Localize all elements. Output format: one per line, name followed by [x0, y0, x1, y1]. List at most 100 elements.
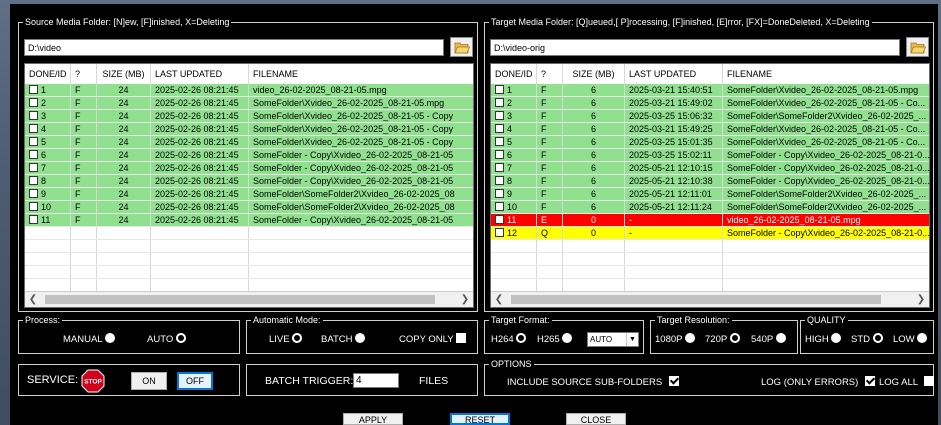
- batch-trigger-input[interactable]: 4: [353, 373, 399, 388]
- copy-only-checkbox[interactable]: [456, 333, 467, 343]
- quality-high-option[interactable]: HIGH: [805, 333, 842, 346]
- chevron-down-icon[interactable]: ▼: [626, 333, 638, 346]
- row-done-checkbox[interactable]: [495, 137, 504, 146]
- column-header[interactable]: LAST UPDATED: [625, 64, 723, 84]
- table-row[interactable]: 1 F 6 2025-03-21 15:40:51 SomeFolder\Xvideo_…: [491, 84, 929, 97]
- res-720-radio[interactable]: [729, 333, 740, 343]
- table-row[interactable]: 9 F 6 2025-05-21 12:11:01 SomeFolder\SomeFol…: [491, 188, 929, 201]
- row-done-checkbox[interactable]: [495, 163, 504, 172]
- table-row[interactable]: 4 F 6 2025-03-21 15:49:25 SomeFolder\Xvideo_…: [491, 123, 929, 136]
- table-row[interactable]: 8 F 24 2025-02-26 08:21:45 SomeFolder - Copy…: [25, 175, 473, 188]
- h264-radio[interactable]: [516, 333, 527, 343]
- scroll-left-icon[interactable]: ❮: [25, 292, 41, 307]
- close-button[interactable]: CLOSE: [566, 413, 626, 425]
- table-row[interactable]: 11 F 24 2025-02-26 08:21:45 SomeFolder - Cop…: [25, 214, 473, 227]
- table-row[interactable]: 12 Q 0- SomeFolder - Copy\Xvideo_26-02-2025…: [491, 227, 929, 240]
- table-row[interactable]: 3 F 6 2025-03-25 15:06:32 SomeFolder\SomeFol…: [491, 110, 929, 123]
- res-540-option[interactable]: 540P: [751, 333, 786, 346]
- row-done-checkbox[interactable]: [495, 228, 504, 237]
- target-path-input[interactable]: D:\video-orig: [490, 39, 900, 56]
- table-row[interactable]: 4 F 24 2025-02-26 08:21:45 SomeFolder\Xvideo…: [25, 123, 473, 136]
- table-row[interactable]: 8 F 6 2025-05-21 12:10:38 SomeFolder - Copy\…: [491, 175, 929, 188]
- log-errors-checkbox[interactable]: [864, 376, 875, 386]
- row-done-checkbox[interactable]: [29, 202, 38, 211]
- process-auto-option[interactable]: AUTO: [147, 333, 186, 346]
- column-header[interactable]: FILENAME: [723, 64, 929, 84]
- scroll-right-icon[interactable]: ❯: [913, 292, 929, 307]
- column-header[interactable]: SIZE (MB): [563, 64, 625, 84]
- row-done-checkbox[interactable]: [29, 150, 38, 159]
- row-done-checkbox[interactable]: [29, 163, 38, 172]
- column-header[interactable]: ?: [537, 64, 563, 84]
- table-row[interactable]: 10 F 24 2025-02-26 08:21:45 SomeFolder\SomeF…: [25, 201, 473, 214]
- apply-button[interactable]: APPLY: [343, 413, 403, 425]
- res-1080-option[interactable]: 1080P: [655, 333, 695, 346]
- row-done-checkbox[interactable]: [495, 98, 504, 107]
- row-done-checkbox[interactable]: [495, 202, 504, 211]
- service-on-button[interactable]: ON: [131, 372, 167, 390]
- quality-high-radio[interactable]: [831, 333, 842, 343]
- copy-only-option[interactable]: COPY ONLY: [399, 333, 467, 346]
- column-header[interactable]: FILENAME: [249, 64, 473, 84]
- column-header[interactable]: LAST UPDATED: [151, 64, 249, 84]
- format-dropdown[interactable]: AUTO ▼: [587, 332, 639, 347]
- source-browse-button[interactable]: [450, 37, 473, 57]
- table-row[interactable]: 7 F 24 2025-02-26 08:21:45 SomeFolder - Copy…: [25, 162, 473, 175]
- table-row[interactable]: 2 F 24 2025-02-26 08:21:45 SomeFolder\Xvideo…: [25, 97, 473, 110]
- scroll-left-icon[interactable]: ❮: [491, 292, 507, 307]
- h265-option[interactable]: H265: [537, 333, 573, 346]
- row-done-checkbox[interactable]: [29, 215, 38, 224]
- row-done-checkbox[interactable]: [495, 111, 504, 120]
- row-done-checkbox[interactable]: [29, 111, 38, 120]
- row-done-checkbox[interactable]: [29, 85, 38, 94]
- res-540-radio[interactable]: [775, 333, 786, 343]
- batch-option[interactable]: BATCH: [321, 333, 366, 346]
- source-file-table[interactable]: DONE/ID? SIZE (MB) LAST UPDATED FILENAME 1 F…: [24, 63, 474, 308]
- reset-button[interactable]: RESET: [450, 413, 510, 425]
- row-done-checkbox[interactable]: [495, 189, 504, 198]
- row-done-checkbox[interactable]: [495, 85, 504, 94]
- log-all-option[interactable]: LOG ALL: [879, 376, 935, 389]
- live-radio[interactable]: [292, 333, 303, 343]
- column-header[interactable]: DONE/ID: [25, 64, 71, 84]
- row-done-checkbox[interactable]: [29, 137, 38, 146]
- table-row[interactable]: 5 F 24 2025-02-26 08:21:45 SomeFolder\Xvideo…: [25, 136, 473, 149]
- column-header[interactable]: DONE/ID: [491, 64, 537, 84]
- quality-low-radio[interactable]: [917, 333, 928, 343]
- service-off-button[interactable]: OFF: [177, 372, 213, 390]
- table-row[interactable]: 11 E 0- video_26-02-2025_08-21-05.mpg: [491, 214, 929, 227]
- live-option[interactable]: LIVE: [269, 333, 303, 346]
- row-done-checkbox[interactable]: [29, 176, 38, 185]
- table-row[interactable]: 5 F 6 2025-03-25 15:01:35 SomeFolder\Xvideo_…: [491, 136, 929, 149]
- source-path-input[interactable]: D:\video: [24, 39, 444, 56]
- quality-std-radio[interactable]: [872, 333, 883, 343]
- table-row[interactable]: 10 F 6 2025-05-21 12:11:24 SomeFolder\SomeFo…: [491, 201, 929, 214]
- table-row[interactable]: 7 F 6 2025-05-21 12:10:15 SomeFolder - Copy\…: [491, 162, 929, 175]
- table-row[interactable]: 6 F 6 2025-03-25 15:02:11 SomeFolder - Copy\…: [491, 149, 929, 162]
- source-hscrollbar[interactable]: ❮ ❯: [25, 291, 473, 307]
- quality-std-option[interactable]: STD: [851, 333, 883, 346]
- column-header[interactable]: SIZE (MB): [97, 64, 151, 84]
- target-browse-button[interactable]: [906, 37, 929, 57]
- log-all-checkbox[interactable]: [924, 376, 935, 386]
- row-done-checkbox[interactable]: [29, 98, 38, 107]
- target-file-table[interactable]: DONE/ID? SIZE (MB) LAST UPDATED FILENAME 1 F…: [490, 63, 930, 308]
- scroll-thumb[interactable]: [511, 295, 881, 304]
- target-hscrollbar[interactable]: ❮ ❯: [491, 291, 929, 307]
- include-sub-option[interactable]: INCLUDE SOURCE SUB-FOLDERS: [507, 376, 679, 389]
- batch-radio[interactable]: [355, 333, 366, 343]
- row-done-checkbox[interactable]: [495, 150, 504, 159]
- log-errors-option[interactable]: LOG (ONLY ERRORS): [761, 376, 875, 389]
- scroll-thumb[interactable]: [45, 295, 435, 304]
- table-row[interactable]: 2 F 6 2025-03-21 15:49:02 SomeFolder\Xvideo_…: [491, 97, 929, 110]
- column-header[interactable]: ?: [71, 64, 97, 84]
- row-done-checkbox[interactable]: [29, 189, 38, 198]
- h265-radio[interactable]: [562, 333, 573, 343]
- table-row[interactable]: 9 F 24 2025-02-26 08:21:45 SomeFolder\SomeFo…: [25, 188, 473, 201]
- row-done-checkbox[interactable]: [495, 176, 504, 185]
- row-done-checkbox[interactable]: [495, 124, 504, 133]
- res-720-option[interactable]: 720P: [705, 333, 740, 346]
- h264-option[interactable]: H264: [491, 333, 527, 346]
- row-done-checkbox[interactable]: [29, 124, 38, 133]
- scroll-right-icon[interactable]: ❯: [457, 292, 473, 307]
